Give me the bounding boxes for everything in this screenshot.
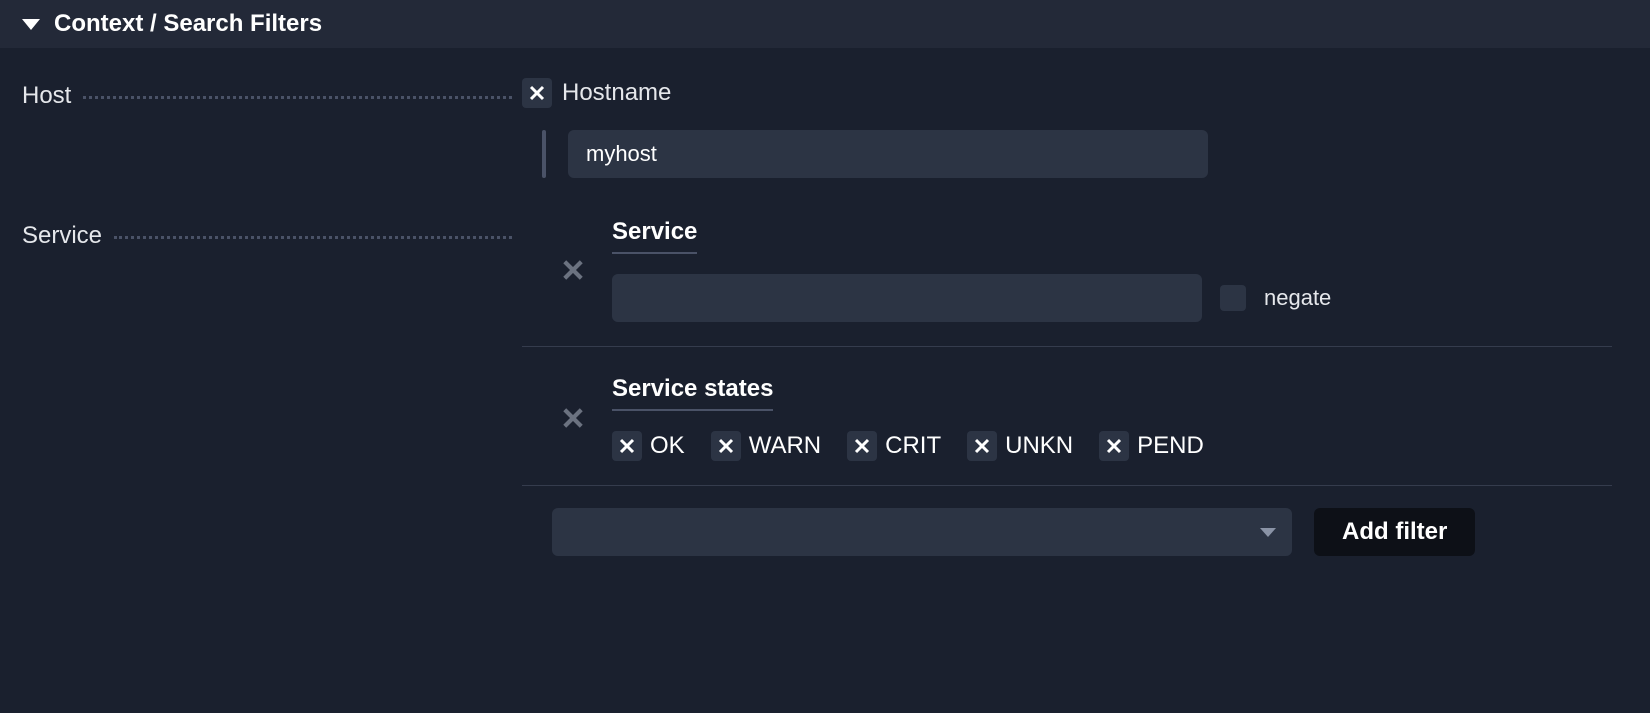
section-title: Context / Search Filters [54, 10, 322, 38]
dotted-leader [83, 96, 512, 99]
state-label-ok: OK [650, 432, 685, 460]
collapse-icon [22, 19, 40, 30]
input-indicator-bar [542, 130, 546, 178]
close-icon [974, 438, 990, 454]
close-icon [718, 438, 734, 454]
negate-label: negate [1264, 285, 1331, 311]
state-chip-unkn: UNKN [967, 431, 1073, 461]
service-body: Service negate Service states [522, 212, 1628, 556]
state-chip-crit: CRIT [847, 431, 941, 461]
service-filter-heading: Service [612, 218, 697, 254]
add-filter-row: Add filter [522, 486, 1612, 556]
toggle-state-warn[interactable] [711, 431, 741, 461]
state-chip-warn: WARN [711, 431, 821, 461]
host-body: Hostname [522, 72, 1628, 178]
hostname-input-wrap [542, 130, 1628, 178]
service-row: Service Service negate [22, 212, 1628, 556]
toggle-state-crit[interactable] [847, 431, 877, 461]
hostname-line: Hostname [522, 78, 1628, 108]
service-filter-input[interactable] [612, 274, 1202, 322]
section-header[interactable]: Context / Search Filters [0, 0, 1650, 48]
service-label: Service [22, 222, 114, 250]
negate-checkbox[interactable] [1220, 285, 1246, 311]
toggle-state-unkn[interactable] [967, 431, 997, 461]
state-chip-ok: OK [612, 431, 685, 461]
state-label-pend: PEND [1137, 432, 1204, 460]
state-chip-pend: PEND [1099, 431, 1204, 461]
add-filter-button[interactable]: Add filter [1314, 508, 1475, 556]
host-label-col: Host [22, 72, 522, 110]
remove-service-states-button[interactable] [558, 403, 588, 433]
remove-hostname-filter-button[interactable] [522, 78, 552, 108]
service-states-heading: Service states [612, 375, 773, 411]
host-label: Host [22, 82, 83, 110]
add-filter-select[interactable] [552, 508, 1292, 556]
remove-service-filter-button[interactable] [558, 255, 588, 285]
toggle-state-pend[interactable] [1099, 431, 1129, 461]
close-icon [529, 85, 545, 101]
service-filter-block: Service negate [522, 212, 1612, 347]
chevron-down-icon [1260, 528, 1276, 537]
host-row: Host Hostname [22, 72, 1628, 178]
dotted-leader [114, 236, 512, 239]
toggle-state-ok[interactable] [612, 431, 642, 461]
close-icon [1106, 438, 1122, 454]
service-state-chips: OK WARN CRIT [612, 431, 1612, 461]
hostname-input[interactable] [568, 130, 1208, 178]
filters-content: Host Hostname Service [0, 48, 1650, 556]
close-icon [562, 259, 584, 281]
close-icon [619, 438, 635, 454]
service-states-block: Service states OK WARN [522, 347, 1612, 486]
close-icon [854, 438, 870, 454]
hostname-label: Hostname [562, 79, 671, 107]
close-icon [562, 407, 584, 429]
state-label-warn: WARN [749, 432, 821, 460]
service-label-col: Service [22, 212, 522, 250]
state-label-unkn: UNKN [1005, 432, 1073, 460]
state-label-crit: CRIT [885, 432, 941, 460]
